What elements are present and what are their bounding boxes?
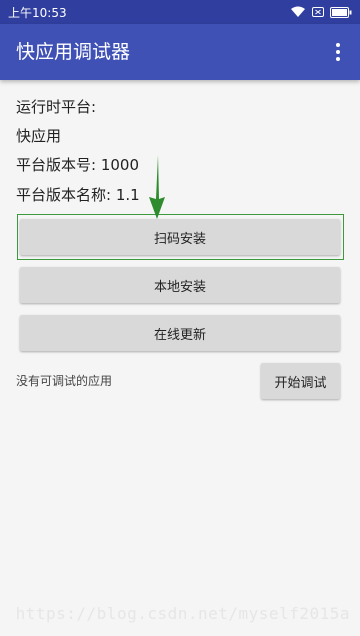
watermark: https://blog.csdn.net/myself2015a [15, 604, 350, 623]
version-name: 平台版本名称: 1.1 [16, 186, 140, 204]
no-debuggable-app-text: 没有可调试的应用 [16, 374, 113, 388]
sim-icon [312, 6, 324, 18]
runtime-label: 运行时平台: [16, 98, 97, 116]
scan-install-button[interactable]: 扫码安装 [20, 219, 340, 255]
app-bar: 快应用调试器 [0, 24, 360, 80]
annotation-arrow-icon [146, 155, 168, 223]
wifi-icon [290, 6, 306, 18]
battery-icon [330, 6, 352, 18]
start-debug-button[interactable]: 开始调试 [261, 363, 340, 399]
local-install-button[interactable]: 本地安装 [20, 267, 340, 303]
runtime-value: 快应用 [16, 127, 62, 145]
more-vert-icon[interactable] [326, 40, 350, 64]
status-bar: 上午10:53 [0, 0, 360, 24]
status-time: 上午10:53 [8, 5, 67, 20]
online-update-button[interactable]: 在线更新 [20, 315, 340, 351]
status-icons [290, 6, 352, 18]
app-title: 快应用调试器 [16, 41, 131, 63]
version-code: 平台版本号: 1000 [16, 156, 139, 174]
